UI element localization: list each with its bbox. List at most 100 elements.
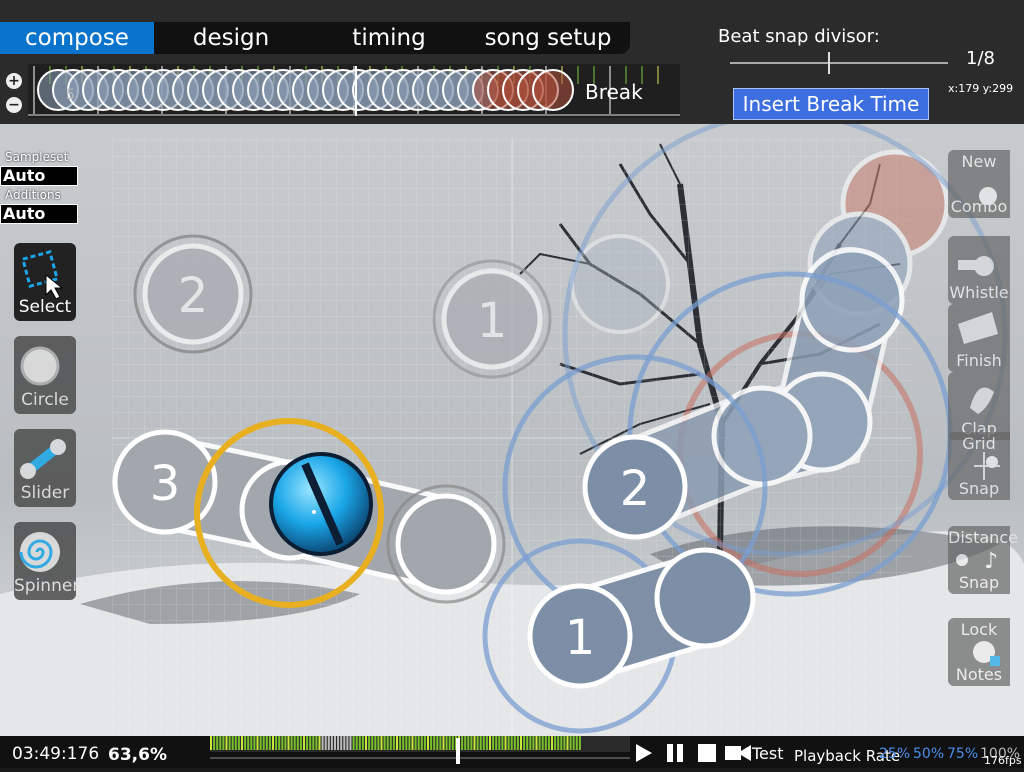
tool-select[interactable]: Select (14, 243, 76, 321)
insert-break-time-button[interactable]: Insert Break Time (733, 88, 929, 120)
slider-lower[interactable]: 1 (527, 547, 756, 689)
toggle-whistle[interactable]: Whistle (948, 236, 1010, 304)
progress-density-bar (420, 736, 423, 750)
progress-density-bar (340, 736, 343, 750)
stop-icon (698, 744, 716, 762)
progress-density-bar (464, 736, 467, 750)
progress-density-bar (219, 736, 222, 750)
hit-circle[interactable]: 2 (133, 234, 253, 354)
progress-density-bar (489, 736, 491, 750)
progress-density-bar (315, 736, 318, 750)
slider-icon (20, 439, 66, 479)
song-progress-bar[interactable] (210, 736, 630, 764)
additions-select[interactable]: Auto (0, 204, 78, 224)
progress-density-bar (262, 736, 265, 750)
timeline[interactable]: 5 (28, 64, 680, 118)
stop-button[interactable] (696, 742, 716, 768)
progress-density-bar (234, 736, 237, 750)
zoom-in-button[interactable]: + (6, 73, 22, 89)
progress-density-bar (417, 736, 420, 750)
tab-compose[interactable]: compose (0, 22, 154, 54)
toggle-finish[interactable]: Finish (948, 304, 1010, 372)
progress-density-bar (216, 736, 219, 750)
timeline-marker-number: 5 (66, 87, 75, 103)
tab-song-setup[interactable]: song setup (466, 22, 630, 54)
progress-density-bar (569, 736, 572, 750)
progress-density-bar (272, 736, 274, 750)
tab-design[interactable]: design (154, 22, 308, 54)
hit-objects-layer[interactable]: 1 2 1 2 3 (0, 124, 1024, 736)
progress-density-bar (346, 736, 349, 750)
beat-snap-value: 1/8 (966, 48, 995, 69)
progress-density-bar (278, 736, 281, 750)
timeline-track: 5 (28, 64, 680, 118)
hit-circle[interactable]: 2 (582, 434, 688, 540)
playfield[interactable]: 1 2 1 2 3 (0, 124, 1024, 736)
rate-option-75[interactable]: 75% (947, 746, 978, 762)
progress-density-bar (284, 736, 287, 750)
progress-density-bar (281, 736, 284, 750)
progress-density-bar (321, 736, 324, 750)
hit-circle[interactable]: 1 (432, 259, 552, 379)
timeline-hit-object (532, 69, 574, 111)
tool-slider[interactable]: Slider (14, 429, 76, 507)
tab-timing[interactable]: timing (312, 22, 466, 54)
progress-density-bar (507, 736, 510, 750)
progress-density-bar (523, 736, 526, 750)
progress-track (210, 736, 630, 764)
test-camera-button[interactable] (724, 742, 752, 768)
progress-density-bar (228, 736, 231, 750)
hit-object-number: 2 (178, 268, 209, 324)
progress-density-bar (451, 736, 454, 750)
toggle-new-combo[interactable]: New Combo (948, 150, 1010, 218)
zoom-out-button[interactable]: − (6, 97, 22, 113)
progress-density-bar (501, 736, 504, 750)
progress-density-bar (572, 736, 575, 750)
progress-density-bar (222, 736, 225, 750)
tool-circle[interactable]: Circle (14, 336, 76, 414)
mode-tabs: compose design timing song setup (0, 22, 630, 54)
progress-density-bar (504, 736, 507, 750)
rate-option-25[interactable]: 25% (879, 746, 910, 762)
cursor-coordinates: x:179 y:299 (948, 82, 1014, 95)
progress-density-bar (389, 736, 392, 750)
progress-density-bar (337, 736, 340, 750)
progress-density-bar (383, 736, 386, 750)
progress-density-bar (532, 736, 535, 750)
play-button[interactable] (634, 742, 654, 768)
progress-density-bar (578, 736, 581, 750)
hit-object-number: 3 (150, 456, 181, 512)
progress-density-bar (439, 736, 442, 750)
progress-density-bar (309, 736, 312, 750)
toggle-lock-notes[interactable]: Lock Notes (948, 618, 1010, 686)
toggle-distance-snap[interactable]: Distance ♪ Snap (948, 526, 1018, 594)
progress-density-bar (482, 736, 485, 750)
progress-density-bar (299, 736, 302, 750)
progress-density-bar (399, 736, 402, 750)
beat-snap-thumb[interactable] (828, 52, 831, 74)
progress-density-bar (355, 736, 358, 750)
play-icon (636, 744, 652, 762)
sampleset-label: Sampleset (5, 150, 69, 164)
sampleset-select[interactable]: Auto (0, 166, 78, 186)
progress-density-bar (371, 736, 374, 750)
progress-density-bar (303, 736, 305, 750)
progress-density-bar (306, 736, 309, 750)
progress-density-bar (237, 736, 240, 750)
tool-label: Finish (956, 351, 1002, 370)
rate-option-50[interactable]: 50% (913, 746, 944, 762)
progress-density-bar (442, 736, 445, 750)
progress-density-bar (498, 736, 501, 750)
toggle-grid-snap[interactable]: Grid Snap (948, 432, 1010, 500)
progress-density-bar (244, 736, 247, 750)
pause-button[interactable] (665, 742, 685, 768)
beat-snap-slider[interactable] (730, 62, 948, 64)
progress-density-bar (473, 736, 476, 750)
toggle-clap[interactable]: Clap (948, 372, 1010, 440)
progress-density-bar (327, 736, 330, 750)
tool-spinner[interactable]: Spinner (14, 522, 79, 600)
progress-density-bar (557, 736, 560, 750)
test-button[interactable]: Test (752, 744, 784, 763)
progress-density-bar (365, 736, 367, 750)
camera-icon (725, 745, 751, 761)
